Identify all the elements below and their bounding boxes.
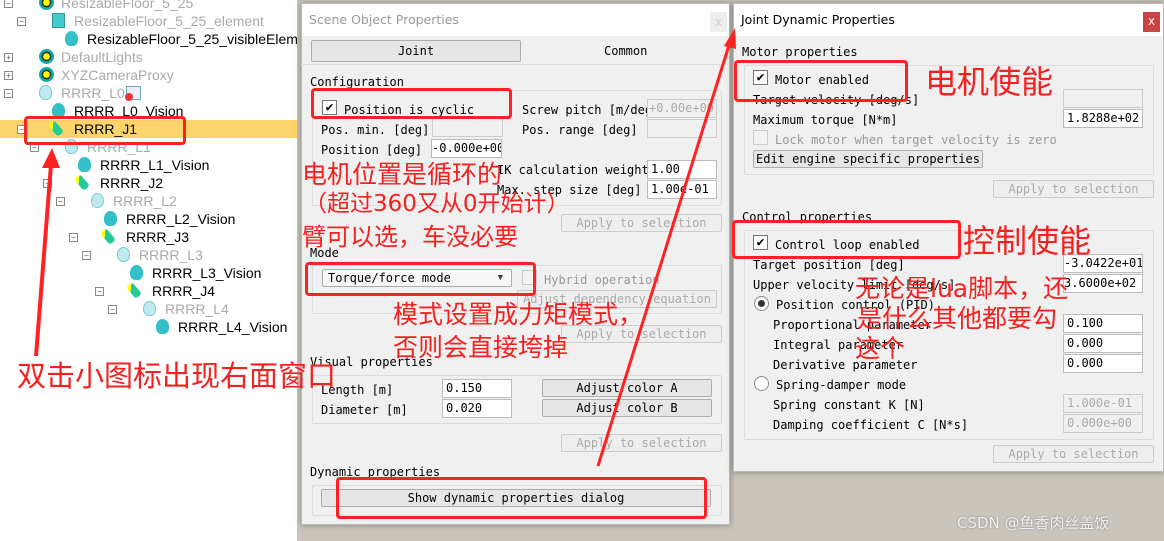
annotation-text: 臂可以选，车没必要	[302, 223, 518, 251]
annotation-text: 这个	[855, 334, 906, 363]
arrowhead	[42, 148, 60, 168]
arrow-line	[596, 41, 732, 467]
annotation-text: 电机使能	[925, 63, 1054, 101]
annotation-text: （超过360又从0开始计）	[304, 191, 570, 217]
annotation-text: 电机位置是循环的	[302, 160, 503, 189]
annotation-text: 无论是lua脚本，还	[855, 274, 1069, 303]
arrow-line	[34, 164, 53, 357]
annotation-text: 双击小图标出现右面窗口	[17, 359, 337, 393]
annotation-text: 控制使能	[963, 222, 1092, 260]
arrowhead	[724, 28, 736, 49]
annotation-text: 模式设置成力矩模式，	[393, 300, 644, 329]
annotation-text: 否则会直接垮掉	[393, 333, 569, 362]
annotation-text: 是什么其他都要勾	[857, 304, 1058, 333]
watermark: CSDN @鱼香肉丝盖饭	[957, 514, 1110, 532]
